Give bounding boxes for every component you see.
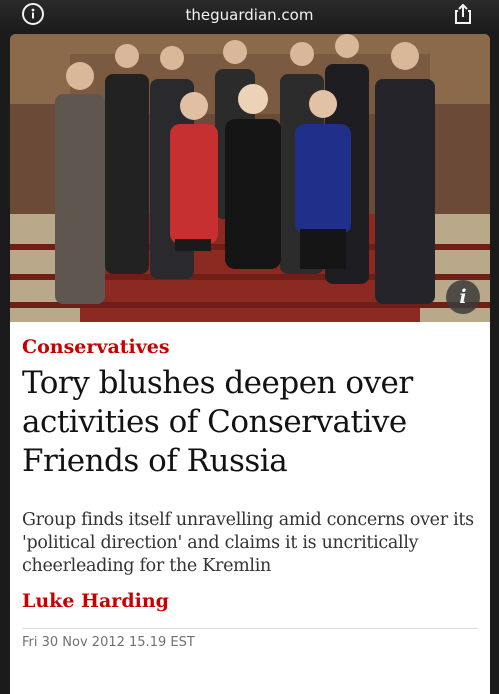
browser-address-bar: theguardian.com [0, 0, 499, 30]
article-card: i Conservatives Tory blushes deepen over… [10, 34, 490, 694]
url-text[interactable]: theguardian.com [186, 6, 314, 24]
article-standfirst: Group finds itself unravelling amid conc… [22, 510, 474, 576]
section-kicker[interactable]: Conservatives [22, 336, 478, 358]
publish-date: Fri 30 Nov 2012 15.19 EST [22, 628, 478, 650]
info-circle-icon[interactable] [22, 3, 44, 25]
article-photo[interactable]: i [10, 34, 490, 322]
share-icon[interactable] [451, 2, 475, 26]
article-headline: Tory blushes deepen over activities of C… [22, 365, 413, 479]
author-byline[interactable]: Luke Harding [22, 590, 478, 612]
photo-caption-info-button[interactable]: i [446, 280, 480, 314]
